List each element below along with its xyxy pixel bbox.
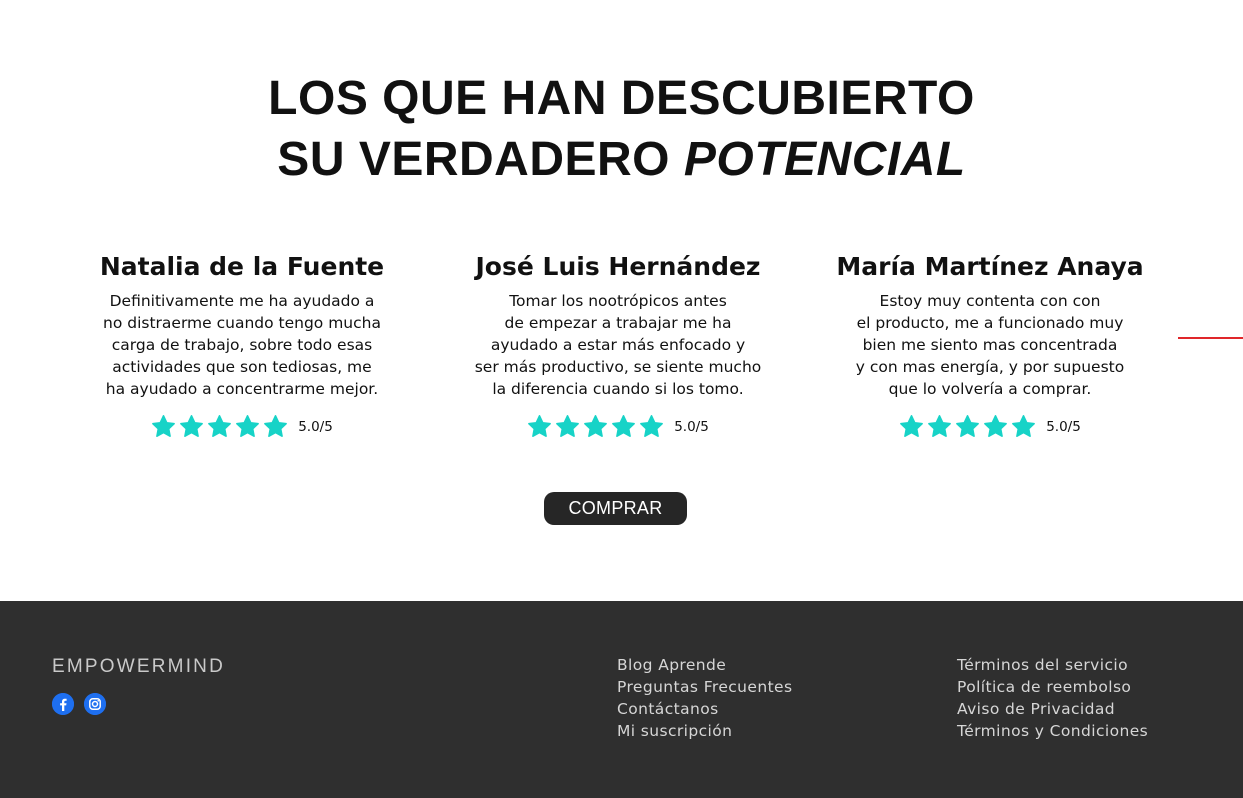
- star-icon: [180, 415, 204, 437]
- quote-line: ha ayudado a concentrarme mejor.: [105, 380, 379, 398]
- star-icon: [208, 415, 232, 437]
- testimonial-name: José Luis Hernández: [475, 252, 761, 281]
- footer-links-primary: Blog Aprende Preguntas Frecuentes Contác…: [617, 654, 792, 742]
- quote-line: Tomar los nootrópicos antes: [509, 292, 727, 310]
- star-icon: [956, 415, 980, 437]
- rating-score: 5.0/5: [298, 418, 333, 435]
- footer-link-contact[interactable]: Contáctanos: [617, 698, 792, 720]
- quote-line: Estoy muy contenta con con: [879, 292, 1101, 310]
- star-icon: [984, 415, 1008, 437]
- footer-link-terms-conditions[interactable]: Términos y Condiciones: [957, 720, 1148, 742]
- testimonial-quote: Definitivamente me ha ayudado a no distr…: [52, 290, 432, 400]
- footer-link-faq[interactable]: Preguntas Frecuentes: [617, 676, 792, 698]
- star-icon: [152, 415, 176, 437]
- footer-link-blog[interactable]: Blog Aprende: [617, 654, 792, 676]
- testimonials-section: LOS QUE HAN DESCUBIERTO SU VERDADERO POT…: [0, 0, 1243, 601]
- star-icon: [640, 415, 664, 437]
- headline-line-2: SU VERDADERO POTENCIAL: [0, 129, 1243, 190]
- footer-link-subscription[interactable]: Mi suscripción: [617, 720, 792, 742]
- headline-plain: SU VERDADERO: [277, 133, 684, 186]
- footer-link-refund-policy[interactable]: Política de reembolso: [957, 676, 1148, 698]
- quote-line: carga de trabajo, sobre todo esas: [111, 336, 373, 354]
- star-icon: [556, 415, 580, 437]
- rating-score: 5.0/5: [1046, 418, 1081, 435]
- instagram-icon[interactable]: [84, 693, 106, 715]
- star-icon: [528, 415, 552, 437]
- stars-row: [527, 414, 664, 439]
- star-rating: 5.0/5: [800, 414, 1180, 439]
- headline-line-1: LOS QUE HAN DESCUBIERTO: [268, 72, 975, 125]
- stars-row: [899, 414, 1036, 439]
- quote-line: Definitivamente me ha ayudado a: [109, 292, 375, 310]
- quote-line: el producto, me a funcionado muy: [856, 314, 1124, 332]
- testimonial-card: María Martínez Anaya Estoy muy contenta …: [800, 250, 1180, 439]
- testimonial-card: Natalia de la Fuente Definitivamente me …: [52, 250, 432, 439]
- star-icon: [236, 415, 260, 437]
- site-footer: EMPOWERMIND Blog Aprende Preguntas Frecu…: [0, 601, 1243, 798]
- social-links: [52, 693, 106, 715]
- quote-line: ayudado a estar más enfocado y: [490, 336, 746, 354]
- quote-line: la diferencia cuando si los tomo.: [492, 380, 744, 398]
- star-icon: [612, 415, 636, 437]
- footer-link-privacy[interactable]: Aviso de Privacidad: [957, 698, 1148, 720]
- footer-link-terms-service[interactable]: Términos del servicio: [957, 654, 1148, 676]
- testimonial-quote: Tomar los nootrópicos antes de empezar a…: [428, 290, 808, 400]
- testimonial-card: José Luis Hernández Tomar los nootrópico…: [428, 250, 808, 439]
- buy-button[interactable]: COMPRAR: [544, 492, 687, 525]
- testimonial-name: María Martínez Anaya: [836, 252, 1144, 281]
- star-icon: [900, 415, 924, 437]
- rating-score: 5.0/5: [674, 418, 709, 435]
- quote-line: de empezar a trabajar me ha: [504, 314, 732, 332]
- facebook-icon[interactable]: [52, 693, 74, 715]
- section-headline: LOS QUE HAN DESCUBIERTO SU VERDADERO POT…: [0, 68, 1243, 190]
- star-icon: [1012, 415, 1036, 437]
- star-rating: 5.0/5: [52, 414, 432, 439]
- quote-line: y con mas energía, y por supuesto: [855, 358, 1125, 376]
- testimonial-quote: Estoy muy contenta con con el producto, …: [800, 290, 1180, 400]
- quote-line: no distraerme cuando tengo mucha: [103, 314, 381, 332]
- quote-line: ser más productivo, se siente mucho: [474, 358, 762, 376]
- quote-line: actividades que son tediosas, me: [112, 358, 372, 376]
- carousel-indicator-line[interactable]: [1178, 337, 1243, 339]
- quote-line: bien me siento mas concentrada: [862, 336, 1118, 354]
- testimonial-name: Natalia de la Fuente: [99, 252, 385, 281]
- stars-row: [151, 414, 288, 439]
- star-icon: [264, 415, 288, 437]
- star-rating: 5.0/5: [428, 414, 808, 439]
- footer-logo[interactable]: EMPOWERMIND: [52, 656, 225, 678]
- star-icon: [928, 415, 952, 437]
- headline-emphasis: POTENCIAL: [683, 133, 966, 186]
- footer-links-legal: Términos del servicio Política de reembo…: [957, 654, 1148, 742]
- quote-line: que lo volvería a comprar.: [888, 380, 1092, 398]
- star-icon: [584, 415, 608, 437]
